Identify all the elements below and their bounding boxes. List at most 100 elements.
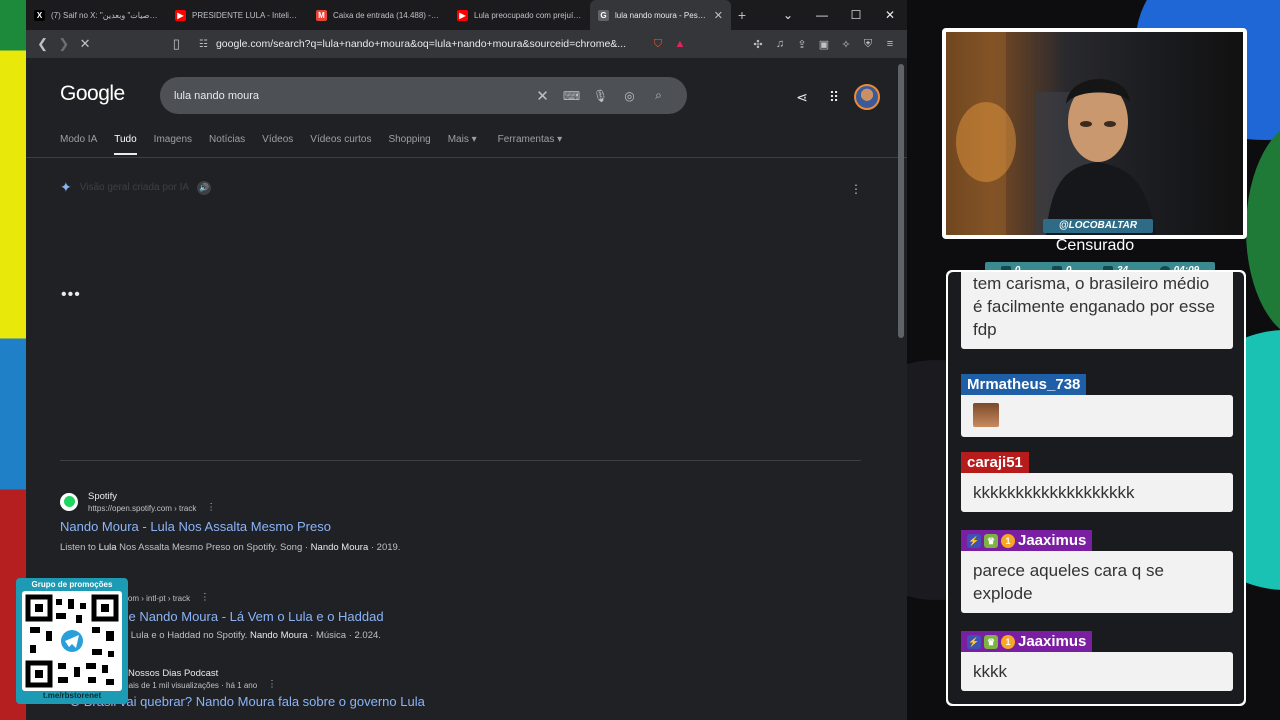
close-window-icon[interactable]: ✕ — [873, 8, 907, 22]
chat-username[interactable]: ⚡ ♛ 1 Jaaximus — [961, 530, 1093, 551]
result-more-icon[interactable]: ⋮ — [200, 592, 210, 603]
forward-icon[interactable]: ❯ — [53, 36, 74, 52]
new-tab-button[interactable]: + — [731, 7, 753, 23]
browser-toolbar: ❮ ❯ ✕ ▯ ☷ google.com/search?q=lula+nando… — [26, 30, 907, 58]
speaker-icon[interactable]: 🔊 — [197, 180, 212, 195]
google-logo[interactable]: Google — [60, 82, 125, 106]
share-icon[interactable]: ⋖ — [786, 89, 818, 106]
tab-modo-ia[interactable]: Modo IA — [60, 134, 97, 155]
twitch-badge-icon: ⚡ — [967, 533, 981, 548]
result-snippet: Listen to Lula Nos Assalta Mesmo Preso o… — [60, 542, 401, 553]
tab-list-icon[interactable]: ⌄ — [771, 8, 805, 22]
site-info-icon[interactable]: ☷ — [199, 39, 208, 50]
chat-message: ⚡ ♛ 1 Jaaximus kkkk — [961, 631, 1233, 691]
result-title-link[interactable]: Nando Moura - Lula Nos Assalta Mesmo Pre… — [60, 519, 400, 534]
twitch-badge-icon: ⚡ — [967, 634, 981, 649]
page-scrollbar[interactable] — [898, 64, 904, 338]
tab-bar: X (7) Saif no X: "بطاقة التوصيات" وبعدين… — [26, 0, 907, 30]
leo-ai-icon[interactable]: ✧ — [835, 38, 857, 51]
apps-grid-icon[interactable]: ⠿ — [818, 89, 850, 106]
tab-noticias[interactable]: Notícias — [209, 134, 245, 155]
result-site-name: Spotify — [88, 490, 118, 502]
extensions-area: ⛉ ▲ ✣ ♫ ⇪ ▣ ✧ ⛨ ≡ — [647, 38, 901, 51]
search-box[interactable]: lula nando moura ✕ ⌨ 🎙 ◎ ⌕ — [160, 77, 687, 114]
stop-loading-icon[interactable]: ✕ — [75, 36, 96, 52]
header-actions: ⋖ ⠿ — [786, 84, 880, 110]
lens-icon[interactable]: ◎ — [615, 89, 644, 103]
webcam-frame — [942, 28, 1247, 239]
tab-imagens[interactable]: Imagens — [154, 134, 192, 155]
clear-icon[interactable]: ✕ — [528, 87, 557, 105]
tab-ferramentas[interactable]: Ferramentas ▾ — [498, 134, 562, 155]
tab-shopping[interactable]: Shopping — [388, 134, 430, 155]
result-views: mais de 1 mil visualizações · há 1 ano — [122, 681, 258, 690]
chat-message-text: kkkk — [961, 652, 1233, 691]
chat-username[interactable]: caraji51 — [961, 452, 1029, 473]
youtube-icon: ▶ — [175, 9, 186, 21]
streamer-handle: @LOCOBALTAR — [1043, 219, 1153, 233]
chat-message: tem carisma, o brasileiro médio é facilm… — [961, 272, 1233, 349]
share-icon[interactable]: ⇪ — [791, 38, 813, 51]
tab-videos-curtos[interactable]: Vídeos curtos — [310, 134, 371, 155]
qr-link[interactable]: t.me/rbstorenet — [16, 691, 128, 700]
extensions-icon[interactable]: ✣ — [747, 38, 769, 51]
result-site-name[interactable]: Nossos Dias Podcast — [128, 668, 425, 679]
chat-message: ⚡ ♛ 1 Jaaximus parece aqueles cara q se … — [961, 530, 1233, 613]
brave-rewards-icon[interactable]: ▲ — [669, 38, 691, 50]
bits-badge-icon: 1 — [1001, 533, 1015, 548]
media-icon[interactable]: ♫ — [769, 38, 791, 50]
result-title-link[interactable]: Letra de Nando Moura - Lá Vem o Lula e o… — [88, 609, 384, 624]
stream-title: Censurado — [1055, 237, 1135, 254]
vpn-icon[interactable]: ⛨ — [857, 38, 879, 51]
address-bar[interactable]: ☷ google.com/search?q=lula+nando+moura&o… — [193, 33, 641, 55]
search-input[interactable]: lula nando moura — [174, 90, 528, 102]
bookmark-icon[interactable]: ▯ — [166, 36, 187, 52]
close-tab-icon[interactable]: ✕ — [710, 9, 723, 22]
chat-message-text: kkkkkkkkkkkkkkkkkkk — [961, 473, 1233, 512]
results-divider — [60, 460, 861, 461]
tab-youtube-2[interactable]: ▶ Lula preocupado com prejuízo e — [449, 0, 590, 30]
tab-mais[interactable]: Mais ▾ — [448, 134, 477, 155]
chat-message-text: parece aqueles cara q se explode — [961, 551, 1233, 613]
url-text: google.com/search?q=lula+nando+moura&oq=… — [215, 38, 627, 50]
ai-overview-header: ✦ Visão geral criada por IA 🔊 — [60, 179, 212, 196]
vip-badge-icon: ♛ — [984, 634, 998, 649]
search-icon[interactable]: ⌕ — [644, 88, 673, 103]
chat-message-text: tem carisma, o brasileiro médio é facilm… — [961, 272, 1233, 349]
wallet-icon[interactable]: ▣ — [813, 38, 835, 51]
qr-code — [22, 591, 122, 691]
tab-google-search[interactable]: G lula nando moura - Pesquisa Google ✕ — [590, 0, 731, 30]
chat-panel: tem carisma, o brasileiro médio é facilm… — [946, 270, 1246, 706]
brave-shield-icon[interactable]: ⛉ — [647, 38, 669, 51]
qr-title: Grupo de promoções — [31, 580, 113, 589]
chat-username[interactable]: ⚡ ♛ 1 Jaaximus — [961, 631, 1093, 652]
tab-x[interactable]: X (7) Saif no X: "بطاقة التوصيات" وبعدين — [26, 0, 167, 30]
result-source[interactable]: Spotify https://open.spotify.com › track… — [60, 490, 400, 513]
menu-icon[interactable]: ≡ — [879, 38, 901, 50]
maximize-icon[interactable]: ☐ — [839, 8, 873, 22]
chat-username[interactable]: Mrmatheus_738 — [961, 374, 1087, 395]
microphone-icon[interactable]: 🎙 — [586, 89, 615, 103]
google-icon: G — [598, 9, 609, 21]
x-icon: X — [34, 9, 45, 21]
result-snippet: Lá Vem o Lula e o Haddad no Spotify. Nan… — [88, 630, 381, 641]
result-more-icon[interactable]: ⋮ — [206, 502, 216, 513]
vip-badge-icon: ♛ — [984, 533, 998, 548]
keyboard-icon[interactable]: ⌨ — [557, 89, 586, 103]
gmail-icon: M — [316, 9, 327, 21]
account-avatar[interactable] — [854, 84, 880, 110]
tab-tudo[interactable]: Tudo — [114, 134, 137, 155]
ai-overview-more-icon[interactable]: ⋮ — [850, 182, 862, 196]
back-icon[interactable]: ❮ — [32, 36, 53, 52]
result-url: https://open.spotify.com › track — [88, 503, 197, 513]
minimize-icon[interactable]: — — [805, 8, 839, 22]
webcam-video — [946, 32, 1243, 235]
ai-overview-title: Visão geral criada por IA — [79, 182, 190, 193]
youtube-icon: ▶ — [457, 9, 468, 21]
result-more-icon[interactable]: ⋮ — [267, 679, 277, 690]
header-divider — [26, 157, 907, 158]
chat-messages: tem carisma, o brasileiro médio é facilm… — [948, 272, 1244, 704]
tab-videos[interactable]: Vídeos — [262, 134, 293, 155]
tab-gmail[interactable]: M Caixa de entrada (14.488) - theb — [308, 0, 449, 30]
tab-youtube-1[interactable]: ▶ PRESIDENTE LULA - Inteligência — [167, 0, 308, 30]
